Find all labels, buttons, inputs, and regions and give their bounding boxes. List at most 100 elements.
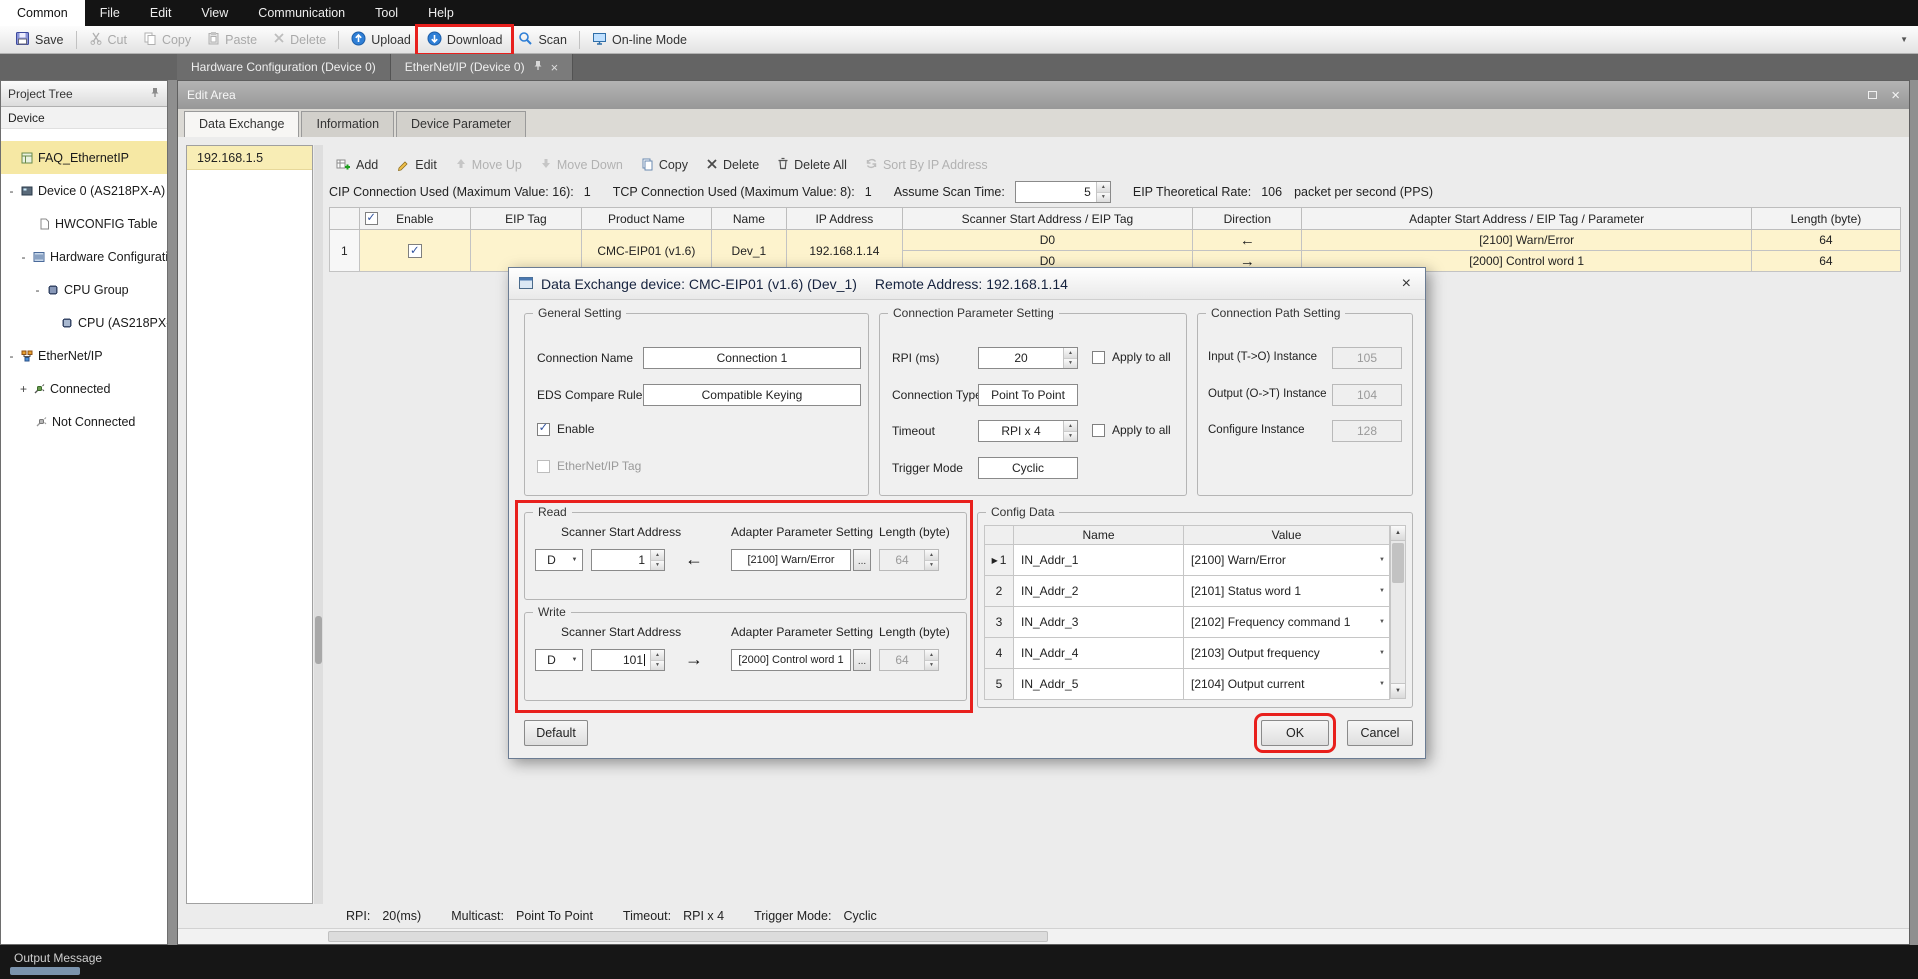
read-device-combo[interactable]: D ▼ (535, 549, 583, 571)
select-all-checkbox[interactable]: ✓ (365, 212, 378, 225)
scrollbar-thumb[interactable] (1392, 543, 1404, 583)
add-button[interactable]: Add (329, 154, 385, 177)
spinner-up-icon[interactable]: ▲ (651, 550, 664, 561)
expand-icon[interactable]: + (19, 382, 28, 396)
enable-checkbox[interactable]: ✓ (408, 244, 422, 258)
device-list-item[interactable]: 192.168.1.5 (187, 146, 312, 170)
dropdown-icon[interactable]: ▼ (1379, 619, 1385, 625)
connection-type-field[interactable]: Point To Point (978, 384, 1078, 406)
tree-item-connected[interactable]: + Connected (1, 372, 167, 405)
rpi-apply-to-all-row[interactable]: Apply to all (1092, 350, 1171, 364)
spinner-down-icon[interactable]: ▼ (1064, 359, 1077, 369)
download-button[interactable]: Download (419, 28, 511, 52)
config-scrollbar[interactable]: ▲ ▼ (1390, 525, 1406, 699)
scroll-down-icon[interactable]: ▼ (1391, 683, 1405, 698)
spinner-down-icon[interactable]: ▼ (651, 561, 664, 571)
timeout-spinner[interactable]: RPI x 4 ▲▼ (978, 420, 1078, 442)
output-message-tab[interactable]: Output Message (14, 951, 102, 965)
tree-item-cpu-group[interactable]: - CPU Group (1, 273, 167, 306)
spinner-up-icon[interactable]: ▲ (1064, 421, 1077, 432)
copy-button[interactable]: Copy (135, 28, 199, 51)
tree-item-ethernet-ip[interactable]: - EtherNet/IP (1, 339, 167, 372)
edit-area-scrollbar[interactable] (314, 145, 323, 904)
scrollbar-thumb[interactable] (328, 931, 1048, 942)
scroll-up-icon[interactable]: ▲ (1391, 526, 1405, 541)
tree-item-not-connected[interactable]: Not Connected (1, 405, 167, 438)
tab-ethernet-ip[interactable]: EtherNet/IP (Device 0) × (391, 54, 573, 80)
read-adapter-field[interactable]: [2100] Warn/Error (731, 549, 851, 571)
config-row[interactable]: 5 IN_Addr_5 [2104] Output current▼ (984, 669, 1390, 700)
restore-icon[interactable] (1868, 91, 1877, 99)
tab-device-parameter[interactable]: Device Parameter (396, 111, 526, 137)
dropdown-icon[interactable]: ▼ (567, 557, 582, 563)
spinner-down-icon[interactable]: ▼ (651, 661, 664, 671)
default-button[interactable]: Default (524, 720, 588, 746)
eds-compare-rule-field[interactable]: Compatible Keying (643, 384, 861, 406)
dropdown-icon[interactable]: ▼ (1379, 557, 1385, 563)
config-row[interactable]: ▶1 IN_Addr_1 [2100] Warn/Error▼ (984, 545, 1390, 576)
menu-file[interactable]: File (85, 0, 135, 26)
ok-button[interactable]: OK (1261, 720, 1329, 746)
config-value-combo[interactable]: [2100] Warn/Error▼ (1184, 545, 1390, 576)
config-value-combo[interactable]: [2104] Output current▼ (1184, 669, 1390, 700)
exchange-row[interactable]: 1 ✓ CMC-EIP01 (v1.6) Dev_1 192.168.1.14 … (330, 230, 1901, 251)
menu-view[interactable]: View (186, 0, 243, 26)
spinner-up-icon[interactable]: ▲ (1064, 348, 1077, 359)
ethernet-ip-tag-checkbox-row[interactable]: EtherNet/IP Tag (537, 459, 641, 473)
pin-icon[interactable] (533, 60, 543, 74)
trigger-mode-field[interactable]: Cyclic (978, 457, 1078, 479)
config-row[interactable]: 3 IN_Addr_3 [2102] Frequency command 1▼ (984, 607, 1390, 638)
tab-information[interactable]: Information (301, 111, 394, 137)
panel-pin-icon[interactable] (150, 87, 160, 101)
menu-help[interactable]: Help (413, 0, 469, 26)
tree-item-project[interactable]: FAQ_EthernetIP (1, 141, 167, 174)
tree-item-hardware-configuration[interactable]: - Hardware Configuration (1, 240, 167, 273)
write-address-spinner[interactable]: 101 ▲▼ (591, 649, 665, 671)
save-button[interactable]: Save (7, 28, 72, 52)
write-device-combo[interactable]: D ▼ (535, 649, 583, 671)
edit-button[interactable]: Edit (389, 154, 444, 177)
spinner-down-icon[interactable]: ▼ (1064, 432, 1077, 442)
tab-data-exchange[interactable]: Data Exchange (184, 111, 299, 137)
delete-row-button[interactable]: Delete (699, 155, 766, 176)
move-down-button[interactable]: Move Down (533, 154, 630, 176)
config-value-combo[interactable]: [2101] Status word 1▼ (1184, 576, 1390, 607)
enable-checkbox-row[interactable]: ✓ Enable (537, 422, 594, 436)
menu-common[interactable]: Common (0, 0, 85, 26)
menu-edit[interactable]: Edit (135, 0, 187, 26)
dropdown-icon[interactable]: ▼ (567, 657, 582, 663)
collapse-icon[interactable]: - (33, 283, 42, 297)
connection-name-field[interactable]: Connection 1 (643, 347, 861, 369)
dialog-close-icon[interactable]: × (1398, 275, 1415, 293)
copy-row-button[interactable]: Copy (634, 154, 695, 177)
collapse-icon[interactable]: - (7, 349, 16, 363)
upload-button[interactable]: Upload (343, 28, 419, 52)
scrollbar-thumb[interactable] (315, 616, 322, 664)
spinner-up-icon[interactable]: ▲ (651, 650, 664, 661)
delete-button[interactable]: Delete (265, 29, 334, 50)
toolbar-overflow-caret[interactable]: ▼ (1900, 35, 1908, 44)
cancel-button[interactable]: Cancel (1347, 720, 1413, 746)
dropdown-icon[interactable]: ▼ (1379, 650, 1385, 656)
collapse-icon[interactable]: - (7, 184, 16, 198)
paste-button[interactable]: Paste (199, 28, 265, 51)
dropdown-icon[interactable]: ▼ (1379, 588, 1385, 594)
spinner-up-icon[interactable]: ▲ (1097, 182, 1110, 193)
enable-checkbox[interactable]: ✓ (537, 423, 550, 436)
tab-close-icon[interactable]: × (551, 60, 559, 75)
timeout-apply-to-all-row[interactable]: Apply to all (1092, 423, 1171, 437)
rpi-spinner[interactable]: 20 ▲▼ (978, 347, 1078, 369)
tree-item-hwconfig-table[interactable]: HWCONFIG Table (1, 207, 167, 240)
read-browse-button[interactable]: ... (853, 549, 871, 571)
ethernet-ip-tag-checkbox[interactable] (537, 460, 550, 473)
config-value-combo[interactable]: [2103] Output frequency▼ (1184, 638, 1390, 669)
spinner-down-icon[interactable]: ▼ (1097, 193, 1110, 203)
close-icon[interactable]: × (1891, 88, 1900, 103)
tab-hardware-configuration[interactable]: Hardware Configuration (Device 0) (177, 54, 391, 80)
config-row[interactable]: 2 IN_Addr_2 [2101] Status word 1▼ (984, 576, 1390, 607)
assume-scan-time-spinner[interactable]: 5 ▲▼ (1015, 181, 1111, 203)
write-browse-button[interactable]: ... (853, 649, 871, 671)
timeout-apply-checkbox[interactable] (1092, 424, 1105, 437)
online-mode-button[interactable]: On-line Mode (584, 28, 695, 52)
cut-button[interactable]: Cut (81, 28, 135, 51)
